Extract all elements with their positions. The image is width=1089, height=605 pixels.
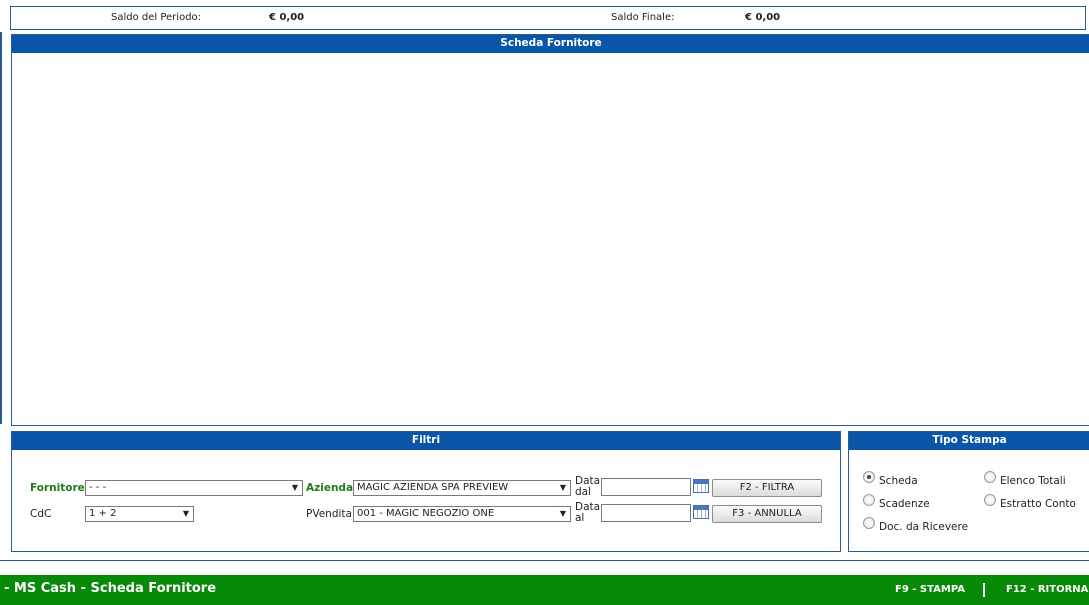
filtra-button[interactable]: F2 - FILTRA: [712, 479, 822, 497]
filtri-panel: Filtri Fornitore - - - ▼ CdC 1 + 2 ▼ Azi…: [11, 431, 841, 552]
data-dal-input[interactable]: [601, 478, 691, 496]
calendar-icon[interactable]: [693, 479, 709, 493]
saldo-periodo-value: € 0,00: [269, 12, 305, 23]
azienda-select-value: MAGIC AZIENDA SPA PREVIEW: [357, 482, 509, 493]
tipo-stampa-panel: Tipo Stampa Scheda Elenco Totali Scadenz…: [848, 431, 1089, 552]
calendar-icon[interactable]: [693, 505, 709, 519]
data-dal-label-line2: dal: [575, 486, 592, 498]
pvendita-select[interactable]: 001 - MAGIC NEGOZIO ONE ▼: [353, 506, 571, 522]
footer-bar: - MS Cash - Scheda Fornitore F9 - STAMPA…: [0, 575, 1089, 605]
radio-elenco-totali[interactable]: [984, 471, 996, 483]
radio-doc-da-ricevere[interactable]: [863, 517, 875, 529]
fornitore-select-value: - - -: [89, 482, 107, 493]
scheda-fornitore-title: Scheda Fornitore: [12, 35, 1089, 53]
dropdown-arrow-icon: ▼: [182, 509, 189, 518]
radio-scadenze[interactable]: [863, 494, 875, 506]
saldo-finale-label: Saldo Finale:: [611, 12, 675, 23]
radio-scheda[interactable]: [863, 471, 875, 483]
footer-title: - MS Cash - Scheda Fornitore: [4, 581, 217, 596]
radio-elenco-totali-label: Elenco Totali: [1000, 475, 1066, 487]
footer-separator: [0, 560, 1089, 561]
dropdown-arrow-icon: ▼: [291, 483, 298, 492]
dropdown-arrow-icon: ▼: [559, 509, 566, 518]
data-al-label: Data al: [575, 502, 600, 524]
saldo-bar: Saldo del Periodo: € 0,00 Saldo Finale: …: [10, 6, 1086, 30]
dropdown-arrow-icon: ▼: [559, 483, 566, 492]
azienda-select[interactable]: MAGIC AZIENDA SPA PREVIEW ▼: [353, 480, 571, 496]
radio-scheda-label: Scheda: [879, 475, 918, 487]
footer-divider: [983, 583, 985, 597]
cdc-select[interactable]: 1 + 2 ▼: [85, 506, 194, 522]
stampa-button[interactable]: F9 - STAMPA: [895, 584, 965, 595]
data-dal-label: Data dal: [575, 476, 600, 498]
saldo-periodo-label: Saldo del Periodo:: [111, 12, 202, 23]
pvendita-select-value: 001 - MAGIC NEGOZIO ONE: [357, 508, 495, 519]
azienda-label: Azienda: [306, 482, 354, 494]
radio-doc-da-ricevere-label: Doc. da Ricevere: [879, 521, 969, 533]
ritorna-button[interactable]: F12 - RITORNA: [1006, 584, 1088, 595]
filtri-title: Filtri: [12, 432, 840, 450]
radio-estratto-conto[interactable]: [984, 494, 996, 506]
radio-estratto-conto-label: Estratto Conto: [1000, 498, 1076, 510]
radio-scadenze-label: Scadenze: [879, 498, 930, 510]
fornitore-label: Fornitore: [30, 482, 85, 494]
data-al-input[interactable]: [601, 504, 691, 522]
scheda-fornitore-panel: Scheda Fornitore: [11, 34, 1089, 426]
annulla-button[interactable]: F3 - ANNULLA: [712, 505, 822, 523]
cdc-label: CdC: [30, 508, 52, 520]
left-edge-border: [0, 32, 2, 424]
pvendita-label: PVendita: [306, 508, 352, 520]
data-al-label-line2: al: [575, 512, 585, 524]
cdc-select-value: 1 + 2: [89, 508, 117, 519]
saldo-finale-value: € 0,00: [745, 12, 781, 23]
fornitore-select[interactable]: - - - ▼: [85, 480, 303, 496]
tipo-stampa-title: Tipo Stampa: [849, 432, 1089, 450]
